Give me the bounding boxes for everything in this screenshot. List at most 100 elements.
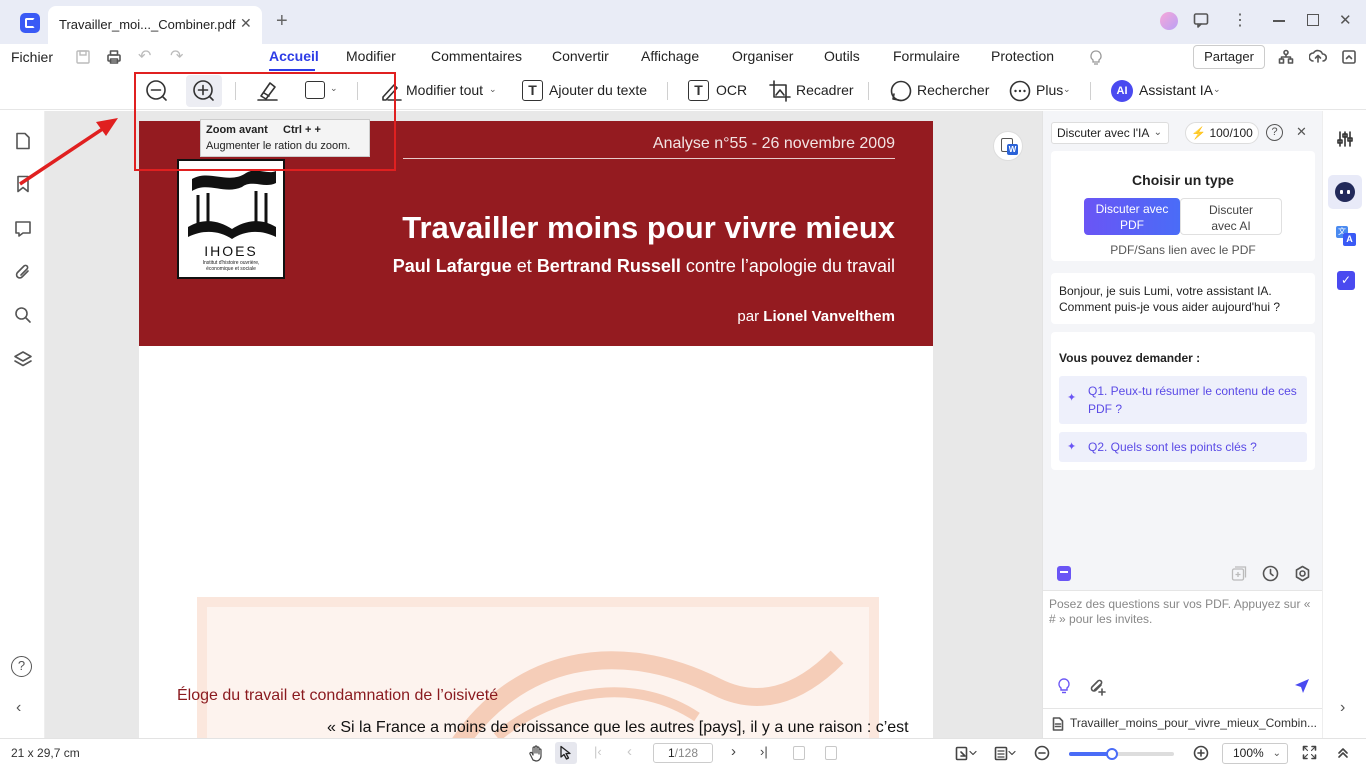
crop-label[interactable]: Recadrer xyxy=(796,82,854,98)
ai-assistant-panel: Discuter avec l'IA ⌄ ⚡ 100/100 ? ✕ Chois… xyxy=(1042,111,1322,738)
menu-organiser[interactable]: Organiser xyxy=(732,48,793,64)
document-title: Travailler moins pour vivre mieux xyxy=(402,210,895,245)
collapse-ribbon-icon[interactable] xyxy=(1341,49,1357,65)
logo-subtext: Institut d'histoire ouvrière, économique… xyxy=(202,260,260,272)
ai-assistant-dropdown-icon[interactable]: ⌄ xyxy=(1213,84,1221,95)
hand-tool-icon[interactable] xyxy=(528,745,544,762)
zoom-slider[interactable] xyxy=(1069,748,1174,760)
more-label[interactable]: Plus xyxy=(1036,82,1063,98)
cloud-upload-icon[interactable] xyxy=(1309,48,1327,64)
message-icon[interactable] xyxy=(1193,12,1209,28)
zoom-slider-thumb[interactable] xyxy=(1106,748,1118,760)
page-layout-icon[interactable] xyxy=(994,746,1016,761)
help-icon[interactable]: ? xyxy=(11,656,32,677)
task-check-icon[interactable]: ✓ xyxy=(1337,271,1355,290)
search-label[interactable]: Rechercher xyxy=(917,82,989,98)
ai-assistant-label[interactable]: Assistant IA xyxy=(1139,82,1213,98)
menu-outils[interactable]: Outils xyxy=(824,48,860,64)
more-icon[interactable] xyxy=(1008,79,1032,103)
last-page-icon[interactable]: ›| xyxy=(760,744,768,759)
more-options-icon[interactable]: ⋮ xyxy=(1232,10,1248,30)
ocr-icon[interactable]: T xyxy=(688,80,709,101)
lightbulb-icon[interactable] xyxy=(1088,48,1104,66)
share-label: Partager xyxy=(1204,49,1254,64)
workflow-icon[interactable] xyxy=(1278,49,1294,65)
ai-badge-icon[interactable]: AI xyxy=(1111,80,1133,102)
undo-icon[interactable]: ↶ xyxy=(138,46,151,66)
minimize-icon[interactable] xyxy=(1273,20,1285,22)
prev-page-icon[interactable]: ‹ xyxy=(627,743,632,760)
new-tab-icon[interactable]: + xyxy=(276,10,288,33)
view-mode-icon[interactable] xyxy=(955,746,977,761)
ocr-label[interactable]: OCR xyxy=(716,82,747,98)
settings-icon[interactable] xyxy=(1294,565,1311,582)
document-tab[interactable]: Travailler_moi..._Combiner.pdf ✕ xyxy=(48,6,262,44)
fullscreen-icon[interactable] xyxy=(1302,745,1317,760)
select-tool-button[interactable] xyxy=(555,742,577,764)
close-panel-icon[interactable]: ✕ xyxy=(1296,124,1307,140)
add-text-icon[interactable]: T xyxy=(522,80,543,101)
chat-ai-label: Discuter avec AI xyxy=(1208,203,1253,233)
history-icon[interactable] xyxy=(1262,565,1279,582)
fit-page-icon[interactable] xyxy=(793,746,805,760)
close-tab-icon[interactable]: ✕ xyxy=(240,15,252,32)
crop-icon[interactable] xyxy=(769,80,791,102)
zoom-level-select[interactable]: 100% ⌄ xyxy=(1222,743,1288,764)
fit-width-icon[interactable] xyxy=(825,746,837,760)
properties-icon[interactable] xyxy=(1336,130,1354,148)
zoom-in-small-icon[interactable] xyxy=(1193,745,1209,761)
comment-icon[interactable] xyxy=(14,220,32,238)
convert-to-word-icon[interactable]: W xyxy=(993,131,1023,161)
expand-right-icon[interactable]: › xyxy=(1340,699,1345,717)
search-panel-icon[interactable] xyxy=(14,306,32,324)
notes-icon[interactable] xyxy=(1057,566,1071,581)
redo-icon[interactable]: ↷ xyxy=(170,46,183,66)
help-icon[interactable]: ? xyxy=(1266,124,1283,141)
attached-file-row: Travailler_moins_pour_vivre_mieux_Combin… xyxy=(1043,708,1322,738)
menu-accueil[interactable]: Accueil xyxy=(269,48,319,64)
chat-with-pdf-button[interactable]: Discuter avec PDF xyxy=(1084,198,1180,235)
zoom-out-small-icon[interactable] xyxy=(1034,745,1050,761)
maximize-icon[interactable] xyxy=(1307,14,1319,26)
edit-all-dropdown-icon[interactable]: ⌄ xyxy=(489,84,497,95)
print-icon[interactable] xyxy=(106,49,122,65)
greeting-text: Bonjour, je suis Lumi, votre assistant I… xyxy=(1059,284,1281,314)
logo-text: IHOES xyxy=(204,243,258,259)
attach-file-icon[interactable] xyxy=(1088,678,1106,696)
page-number-input[interactable]: 1/128 xyxy=(653,743,713,763)
chat-mode-select[interactable]: Discuter avec l'IA ⌄ xyxy=(1051,122,1169,144)
search-icon[interactable] xyxy=(889,79,913,103)
user-avatar[interactable] xyxy=(1160,12,1178,30)
menu-convertir[interactable]: Convertir xyxy=(552,48,609,64)
chat-with-ai-button[interactable]: Discuter avec AI xyxy=(1180,198,1282,235)
collapse-up-icon[interactable] xyxy=(1336,746,1350,760)
close-window-icon[interactable]: ✕ xyxy=(1339,11,1352,29)
menu-formulaire[interactable]: Formulaire xyxy=(893,48,960,64)
menu-modifier[interactable]: Modifier xyxy=(346,48,396,64)
suggestion-q2[interactable]: ✦ Q2. Quels sont les points clés ? xyxy=(1059,432,1307,462)
more-dropdown-icon[interactable]: ⌄ xyxy=(1063,84,1071,95)
edit-all-label[interactable]: Modifier tout xyxy=(406,82,483,98)
share-button[interactable]: Partager xyxy=(1193,45,1265,69)
first-page-icon[interactable]: |‹ xyxy=(594,744,602,759)
translate-icon[interactable]: 文 A xyxy=(1336,226,1356,246)
menu-affichage[interactable]: Affichage xyxy=(641,48,699,64)
menu-file[interactable]: Fichier xyxy=(11,49,53,65)
collapse-left-icon[interactable]: ‹ xyxy=(16,699,21,717)
menu-protection[interactable]: Protection xyxy=(991,48,1054,64)
send-icon[interactable] xyxy=(1294,678,1310,694)
save-icon[interactable] xyxy=(75,49,91,65)
menu-commentaires[interactable]: Commentaires xyxy=(431,48,522,64)
chat-input-area[interactable]: Posez des questions sur vos PDF. Appuyez… xyxy=(1043,590,1322,708)
prompt-bulb-icon[interactable] xyxy=(1057,677,1071,695)
right-sidebar: 文 A ✓ › xyxy=(1322,111,1366,738)
layers-icon[interactable] xyxy=(13,350,33,368)
subtitle-and: et xyxy=(511,256,537,276)
next-page-icon[interactable]: › xyxy=(731,743,736,760)
ai-robot-button[interactable] xyxy=(1328,175,1362,209)
suggestion-q1[interactable]: ✦ Q1. Peux-tu résumer le contenu de ces … xyxy=(1059,376,1307,424)
document-canvas[interactable]: Analyse n°55 - 26 novembre 2009 IHOES In… xyxy=(45,111,1042,738)
new-chat-icon[interactable] xyxy=(1231,566,1247,582)
attachment-icon[interactable] xyxy=(14,263,32,281)
add-text-label[interactable]: Ajouter du texte xyxy=(549,82,647,98)
